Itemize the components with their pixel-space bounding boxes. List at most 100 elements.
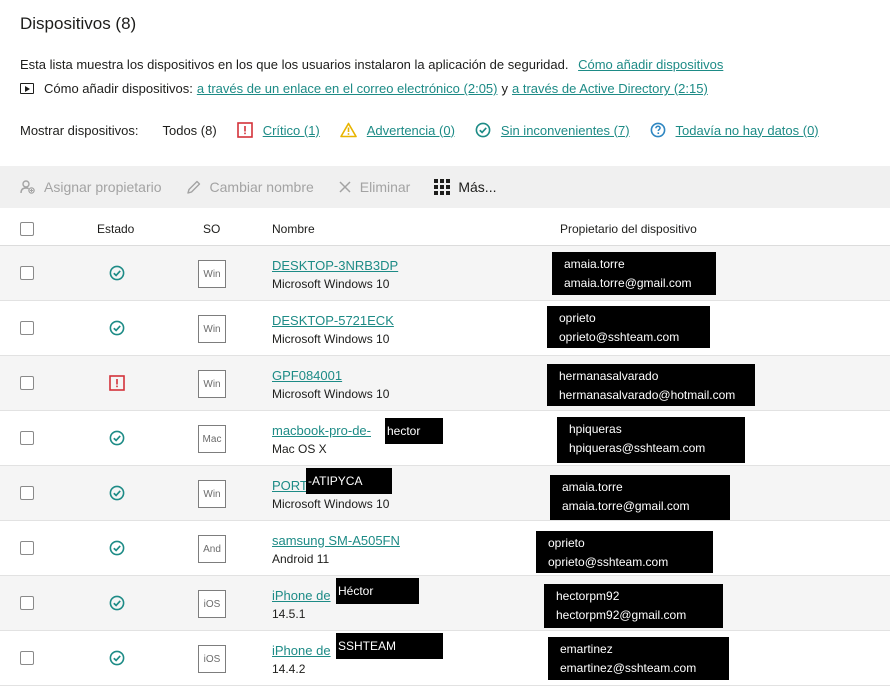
owner-email: amaia.torre@gmail.com — [564, 276, 692, 290]
owner-email: emartinez@sshteam.com — [560, 661, 697, 675]
column-os[interactable]: SO — [203, 222, 220, 236]
column-status[interactable]: Estado — [97, 222, 134, 236]
how-to-add-devices-link[interactable]: Cómo añadir dispositivos — [578, 57, 723, 72]
owner-username: oprieto — [559, 311, 596, 325]
device-os-version: Microsoft Windows 10 — [272, 387, 390, 401]
more-button[interactable]: Más... — [434, 179, 496, 195]
owner-username: oprieto — [548, 536, 585, 550]
critical-icon — [109, 375, 125, 391]
redacted-name-part: Héctor — [336, 578, 419, 604]
rename-button[interactable]: Cambiar nombre — [186, 179, 314, 195]
device-name-link[interactable]: samsung SM-A505FN — [272, 533, 400, 548]
owner-username: amaia.torre — [562, 480, 623, 494]
column-owner[interactable]: Propietario del dispositivo — [560, 222, 697, 236]
owner-email: hermanasalvarado@hotmail.com — [559, 388, 736, 402]
device-name-link[interactable]: macbook-pro-de- — [272, 423, 371, 438]
table-row[interactable]: Win PORT Microsoft Windows 10 -ATIPYCA amaia… — [0, 466, 890, 521]
owner-email: oprieto@sshteam.com — [548, 555, 669, 569]
device-name-link[interactable]: DESKTOP-5721ECK — [272, 313, 394, 328]
table-header: Estado SO Nombre Propietario del disposi… — [0, 212, 890, 246]
column-name[interactable]: Nombre — [272, 222, 315, 236]
filter-critical-label[interactable]: Crítico (1) — [263, 123, 320, 138]
device-name-cell: samsung SM-A505FN Android 11 — [272, 532, 400, 568]
assign-owner-icon — [20, 179, 36, 195]
device-name-cell: iPhone de 14.5.1 — [272, 587, 331, 623]
row-checkbox[interactable] — [20, 321, 34, 335]
owner-email: hectorpm92@gmail.com — [556, 608, 687, 622]
owner-cell-redacted: hectorpm92 hectorpm92@gmail.com — [544, 584, 723, 628]
table-row[interactable]: Mac macbook-pro-de- Mac OS X hector hpiquera… — [0, 411, 890, 466]
table-row[interactable]: Win DESKTOP-5721ECK Microsoft Windows 10 op… — [0, 301, 890, 356]
owner-email: amaia.torre@gmail.com — [562, 499, 690, 513]
filter-label: Mostrar dispositivos: — [20, 122, 139, 138]
row-checkbox[interactable] — [20, 651, 34, 665]
video-links: Cómo añadir dispositivos: a través de un… — [20, 81, 708, 96]
device-os-version: Microsoft Windows 10 — [272, 332, 390, 346]
device-name-link[interactable]: PORT — [272, 478, 308, 493]
os-icon: Mac — [198, 425, 226, 453]
table-row[interactable]: iOS iPhone de 14.4.2 SSHTEAM emartinez emarti… — [0, 631, 890, 686]
owner-username: emartinez — [560, 642, 613, 656]
device-name-cell: iPhone de 14.4.2 — [272, 642, 331, 678]
redacted-name-part: -ATIPYCA — [306, 468, 392, 494]
device-name-link[interactable]: iPhone de — [272, 643, 331, 658]
owner-cell-redacted: emartinez emartinez@sshteam.com — [548, 637, 729, 680]
question-circle-icon — [650, 122, 666, 138]
video-conjunction: y — [501, 81, 508, 96]
row-checkbox[interactable] — [20, 486, 34, 500]
table-row[interactable]: iOS iPhone de 14.5.1 Héctor hectorpm92 hector… — [0, 576, 890, 631]
assign-owner-button[interactable]: Asignar propietario — [20, 179, 162, 195]
owner-cell-redacted: oprieto oprieto@sshteam.com — [547, 306, 710, 348]
critical-icon — [236, 122, 253, 138]
table-row[interactable]: And samsung SM-A505FN Android 11 oprieto opr… — [0, 521, 890, 576]
video-active-directory-link[interactable]: a través de Active Directory (2:15) — [512, 81, 708, 96]
table-row[interactable]: Win DESKTOP-3NRB3DP Microsoft Windows 10 am… — [0, 246, 890, 301]
more-label: Más... — [458, 179, 497, 195]
device-name-cell: GPF084001 Microsoft Windows 10 — [272, 367, 389, 403]
filter-nodata-label[interactable]: Todavía no hay datos (0) — [676, 123, 819, 138]
filter-nodata[interactable]: Todavía no hay datos (0) — [650, 122, 819, 138]
check-circle-icon — [109, 265, 125, 281]
filter-warning[interactable]: Advertencia (0) — [339, 122, 455, 138]
row-checkbox[interactable] — [20, 431, 34, 445]
device-name-link[interactable]: DESKTOP-3NRB3DP — [272, 258, 398, 273]
filter-ok[interactable]: Sin inconvenientes (7) — [475, 122, 630, 138]
device-name-cell: DESKTOP-5721ECK Microsoft Windows 10 — [272, 312, 394, 348]
device-os-version: Microsoft Windows 10 — [272, 277, 390, 291]
redacted-name-part: hector — [385, 418, 443, 444]
check-circle-icon — [109, 595, 125, 611]
owner-cell-redacted: oprieto oprieto@sshteam.com — [536, 531, 713, 573]
delete-button[interactable]: Eliminar — [338, 179, 411, 195]
video-email-link[interactable]: a través de un enlace en el correo elect… — [197, 81, 498, 96]
filter-all[interactable]: Todos (8) — [162, 123, 216, 138]
table-row[interactable]: Win GPF084001 Microsoft Windows 10 hermanas… — [0, 356, 890, 411]
row-checkbox[interactable] — [20, 266, 34, 280]
filter-warning-label[interactable]: Advertencia (0) — [367, 123, 455, 138]
device-os-version: 14.5.1 — [272, 607, 306, 621]
grid-dots-icon — [434, 179, 451, 195]
row-checkbox[interactable] — [20, 541, 34, 555]
device-name-link[interactable]: GPF084001 — [272, 368, 342, 383]
owner-username: hpiqueras — [569, 422, 622, 436]
os-icon: iOS — [198, 590, 226, 618]
device-os-version: Mac OS X — [272, 442, 327, 456]
owner-email: oprieto@sshteam.com — [559, 330, 680, 344]
select-all-checkbox[interactable] — [20, 222, 34, 236]
os-icon: Win — [198, 260, 226, 288]
check-circle-icon — [109, 540, 125, 556]
os-icon: iOS — [198, 645, 226, 673]
page-title: Dispositivos (8) — [20, 14, 137, 33]
row-checkbox[interactable] — [20, 376, 34, 390]
warning-icon — [339, 122, 357, 138]
owner-cell-redacted: hermanasalvarado hermanasalvarado@hotmail… — [547, 364, 755, 406]
os-icon: And — [198, 535, 226, 563]
check-circle-icon — [109, 430, 125, 446]
row-checkbox[interactable] — [20, 596, 34, 610]
delete-label: Eliminar — [359, 179, 411, 195]
device-name-link[interactable]: iPhone de — [272, 588, 331, 603]
check-circle-icon — [109, 650, 125, 666]
device-filter-bar: Mostrar dispositivos: Todos (8) Crítico … — [20, 122, 819, 138]
filter-critical[interactable]: Crítico (1) — [236, 122, 320, 138]
filter-ok-label[interactable]: Sin inconvenientes (7) — [501, 123, 630, 138]
device-os-version: 14.4.2 — [272, 662, 306, 676]
